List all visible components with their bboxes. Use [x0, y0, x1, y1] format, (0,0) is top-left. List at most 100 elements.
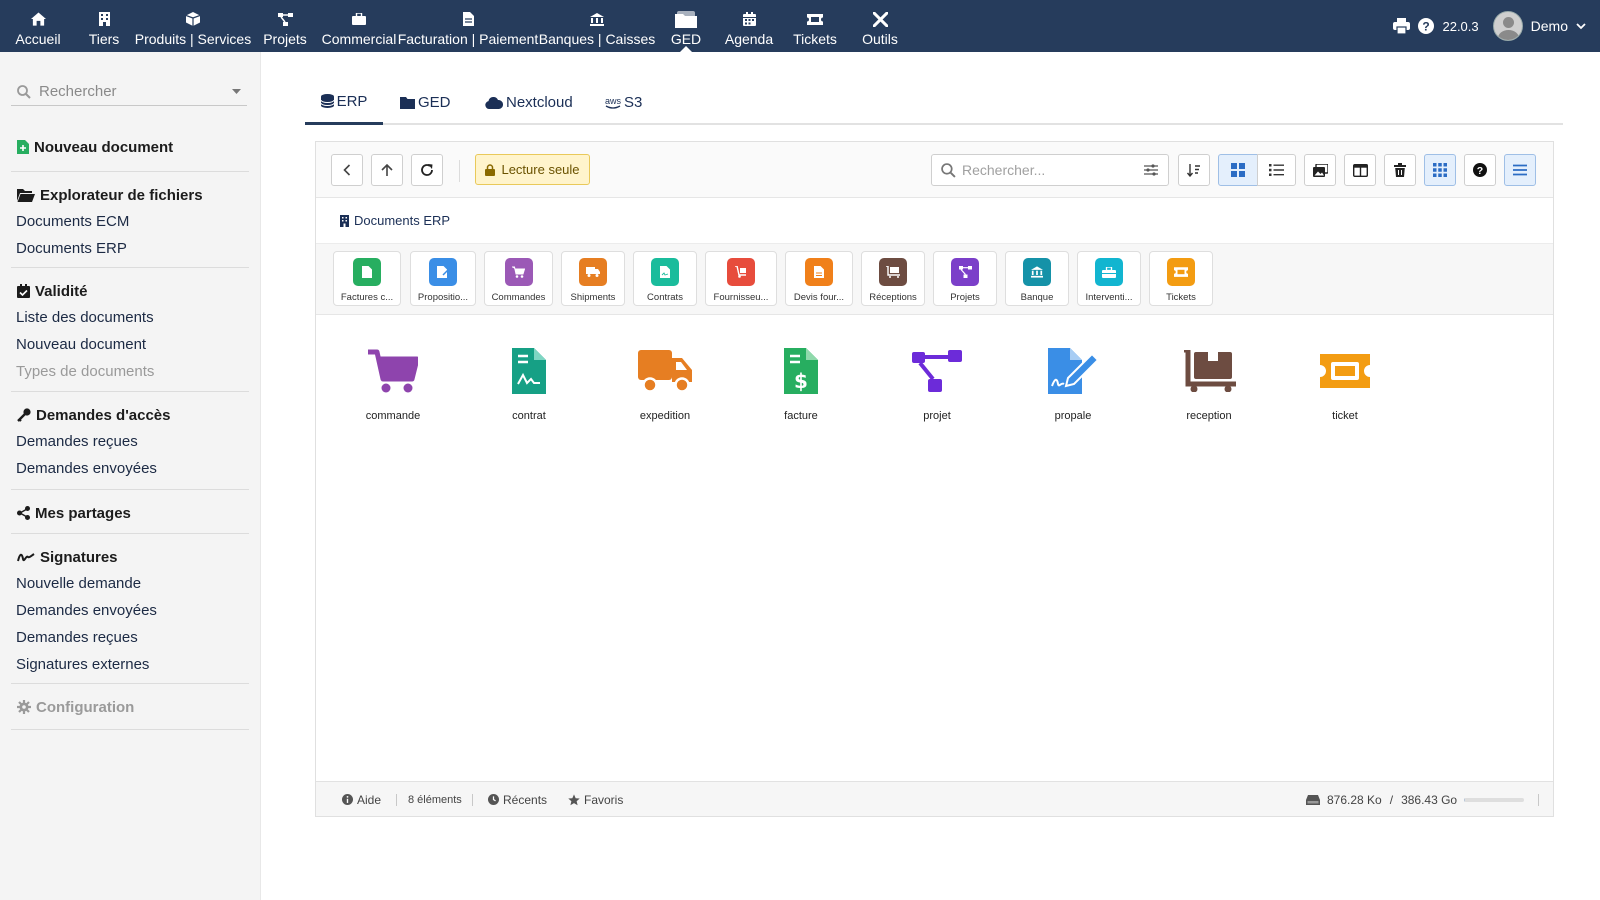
sidebar-validity-title[interactable]: Validité	[11, 278, 249, 304]
sidebar-explorer-block: Explorateur de fichiers Documents ECM Do…	[11, 172, 249, 268]
file-signature-icon	[1048, 346, 1098, 396]
apps-grid-icon	[1433, 163, 1447, 177]
sidebar-item-documents-ecm[interactable]: Documents ECM	[11, 208, 249, 235]
menu-commercial[interactable]: Commercial	[320, 0, 398, 52]
file-search[interactable]	[931, 154, 1169, 186]
shortcut-interventions[interactable]: Interventi...	[1077, 251, 1141, 306]
gear-icon	[17, 700, 31, 714]
sidebar-signatures-title[interactable]: Signatures	[11, 544, 249, 570]
shortcut-factures[interactable]: Factures c...	[333, 251, 401, 306]
menu-produits-services[interactable]: Produits | Services	[135, 0, 251, 52]
question-circle-icon: ?	[1473, 163, 1487, 177]
file-plus-icon	[17, 140, 29, 154]
building-icon	[340, 214, 349, 227]
tab-s3[interactable]: aws S3	[605, 80, 642, 125]
menu-agenda[interactable]: Agenda	[716, 0, 782, 52]
file-search-input[interactable]	[962, 162, 1144, 178]
sidebar-item-demandes-envoyees[interactable]: Demandes envoyées	[11, 455, 249, 482]
menu-accueil[interactable]: Accueil	[4, 0, 72, 52]
folder-expedition[interactable]: expedition	[605, 346, 725, 422]
topbar-right: ? 22.0.3 Demo	[1393, 0, 1586, 52]
sidebar-item-documents-erp[interactable]: Documents ERP	[11, 235, 249, 262]
print-icon[interactable]	[1393, 18, 1411, 34]
shortcut-banque[interactable]: Banque	[1005, 251, 1069, 306]
sidebar-item-nouveau-document[interactable]: Nouveau document	[11, 331, 249, 358]
tab-erp[interactable]: ERP	[305, 80, 383, 125]
hard-drive-icon	[1306, 794, 1320, 805]
folder-ticket[interactable]: ticket	[1285, 346, 1405, 422]
sidebar-search[interactable]: Rechercher	[11, 78, 247, 106]
folder-contrat[interactable]: contrat	[469, 346, 589, 422]
trash-icon	[1394, 163, 1406, 177]
shortcut-shipments[interactable]: Shipments	[561, 251, 625, 306]
sidebar-item-signatures-envoyees[interactable]: Demandes envoyées	[11, 597, 249, 624]
tab-nextcloud[interactable]: Nextcloud	[485, 80, 573, 125]
shortcut-receptions[interactable]: Réceptions	[861, 251, 925, 306]
sidebar-access-title[interactable]: Demandes d'accès	[11, 402, 249, 428]
lock-icon	[485, 163, 496, 176]
user-name[interactable]: Demo	[1531, 18, 1568, 34]
folder-commande[interactable]: commande	[333, 346, 453, 422]
up-button[interactable]	[371, 154, 403, 186]
sidebar-new-document[interactable]: Nouveau document	[11, 134, 249, 160]
sidebar-shares-title[interactable]: Mes partages	[11, 500, 249, 526]
shortcut-projets[interactable]: Projets	[933, 251, 997, 306]
back-button[interactable]	[331, 154, 363, 186]
shortcut-fournisseurs[interactable]: Fournisseu...	[705, 251, 777, 306]
folder-propale[interactable]: propale	[1013, 346, 1133, 422]
view-grid-button[interactable]	[1218, 154, 1258, 186]
storage-quota-fill	[1464, 798, 1466, 802]
help-button[interactable]: ?	[1464, 154, 1496, 186]
columns-icon	[1352, 163, 1368, 177]
avatar[interactable]	[1492, 11, 1523, 41]
refresh-icon	[421, 164, 433, 176]
menu-facturation-paiement[interactable]: Facturation | Paiement	[398, 0, 538, 52]
arrow-up-icon	[381, 163, 393, 176]
folder-facture[interactable]: $ facture	[741, 346, 861, 422]
folder-projet[interactable]: projet	[877, 346, 997, 422]
shortcut-contrats[interactable]: Contrats	[633, 251, 697, 306]
shortcut-devis-fournisseurs[interactable]: Devis four...	[785, 251, 853, 306]
menu-ged[interactable]: GED	[656, 0, 716, 52]
sidebar-item-nouvelle-demande[interactable]: Nouvelle demande	[11, 570, 249, 597]
chevron-down-icon[interactable]	[1576, 22, 1586, 30]
columns-button[interactable]	[1344, 154, 1376, 186]
sidebar-item-demandes-recues[interactable]: Demandes reçues	[11, 428, 249, 455]
trash-button[interactable]	[1384, 154, 1416, 186]
refresh-button[interactable]	[411, 154, 443, 186]
sort-button[interactable]	[1178, 154, 1210, 186]
building-icon	[98, 9, 110, 29]
menu-projets[interactable]: Projets	[250, 0, 320, 52]
menu-toggle-button[interactable]	[1504, 154, 1536, 186]
search-icon	[17, 84, 31, 99]
help-icon[interactable]: ?	[1418, 18, 1435, 34]
status-recent[interactable]: Récents	[488, 782, 547, 817]
breadcrumb[interactable]: Documents ERP	[340, 213, 450, 228]
menu-banques-caisses[interactable]: Banques | Caisses	[538, 0, 656, 52]
status-help[interactable]: Aide	[342, 782, 381, 817]
sidebar-item-liste-documents[interactable]: Liste des documents	[11, 304, 249, 331]
status-favorites[interactable]: Favoris	[568, 782, 623, 817]
tab-ged[interactable]: GED	[400, 80, 451, 125]
gallery-button[interactable]	[1304, 154, 1336, 186]
caret-down-icon[interactable]	[232, 89, 241, 94]
menu-outils[interactable]: Outils	[848, 0, 912, 52]
shortcut-propositions[interactable]: Propositio...	[410, 251, 476, 306]
file-contract-icon	[651, 258, 679, 286]
sidebar-item-signatures-recues[interactable]: Demandes reçues	[11, 624, 249, 651]
menu-tiers[interactable]: Tiers	[72, 0, 136, 52]
apps-button[interactable]	[1424, 154, 1456, 186]
images-icon	[1312, 163, 1328, 177]
shortcut-tickets[interactable]: Tickets	[1149, 251, 1213, 306]
sidebar-item-signatures-externes[interactable]: Signatures externes	[11, 651, 249, 678]
shortcut-commandes[interactable]: Commandes	[484, 251, 553, 306]
filter-sliders-icon[interactable]	[1144, 164, 1158, 176]
menu-tickets[interactable]: Tickets	[782, 0, 848, 52]
project-diagram-icon	[912, 346, 962, 396]
sitemap-icon	[277, 9, 293, 29]
toolbar-divider	[459, 160, 460, 182]
sidebar-configuration-title[interactable]: Configuration	[11, 694, 249, 720]
folder-reception[interactable]: reception	[1149, 346, 1269, 422]
view-list-button[interactable]	[1257, 154, 1296, 186]
sidebar-explorer-title[interactable]: Explorateur de fichiers	[11, 182, 249, 208]
